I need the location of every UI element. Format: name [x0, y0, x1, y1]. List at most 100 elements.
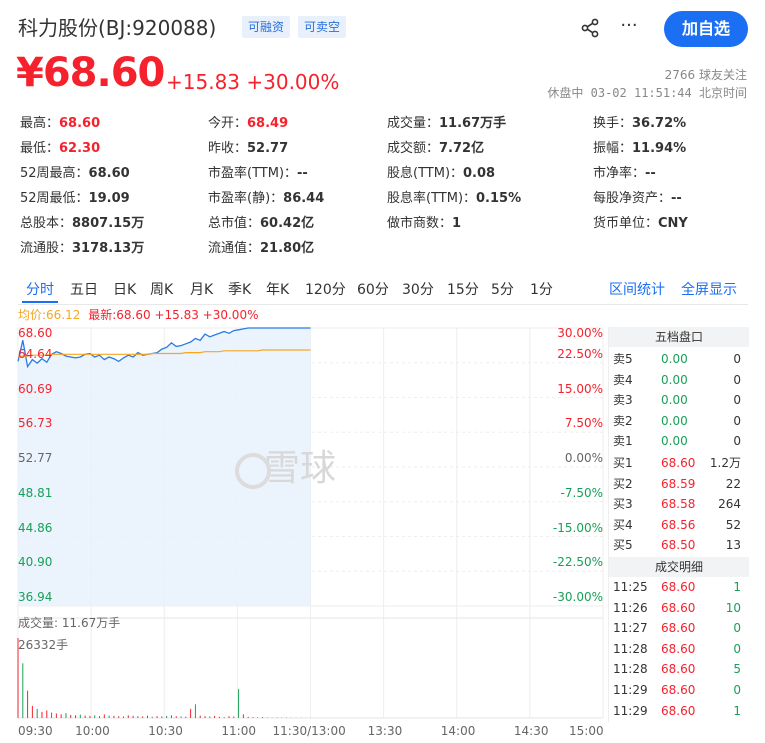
row-price: 68.60 — [661, 456, 696, 470]
row-price: 68.60 — [661, 683, 696, 697]
stat-item: 今开：68.49 — [208, 112, 288, 131]
ask-row: 卖5 0.00 0 — [609, 349, 749, 369]
stat-value: 68.60 — [88, 166, 130, 181]
range-stats-link[interactable]: 区间统计 — [609, 279, 665, 299]
y-axis-label-right: 0.00% — [564, 451, 603, 465]
chart-tab[interactable]: 分时 — [26, 279, 54, 299]
stat-value: -- — [297, 166, 308, 181]
current-price: ¥68.60 — [16, 50, 165, 96]
volume-title: 成交量: 11.67万手 — [18, 616, 121, 630]
stat-label: 市盈率(TTM)： — [208, 166, 298, 181]
stat-value: 0.08 — [463, 166, 496, 181]
tag-short[interactable]: 可卖空 — [298, 16, 347, 38]
followers-count[interactable]: 2766 球友关注 — [665, 66, 747, 83]
row-price: 68.60 — [661, 662, 696, 677]
stat-label: 市盈率(静)： — [208, 191, 284, 206]
stat-value: 1 — [452, 216, 462, 231]
row-label: 卖2 — [613, 413, 633, 428]
y-axis-label-left: 48.81 — [18, 485, 53, 500]
row-volume: 0 — [733, 621, 741, 636]
row-volume: 0 — [733, 683, 741, 697]
row-volume: 0 — [733, 434, 741, 449]
row-volume: 10 — [725, 600, 741, 615]
x-axis-label: 09:30 — [18, 724, 53, 738]
share-icon[interactable] — [580, 18, 600, 38]
stat-item: 最高：68.60 — [20, 112, 100, 131]
row-label: 11:27 — [613, 621, 648, 636]
row-label: 卖3 — [613, 393, 633, 408]
x-axis-label: 11:30/13:00 — [272, 724, 346, 738]
row-price: 68.60 — [661, 600, 696, 615]
chart-tab[interactable]: 1分 — [530, 279, 553, 299]
chart-tab[interactable]: 周K — [150, 279, 173, 299]
row-volume: 0 — [733, 372, 741, 387]
stat-value: 11.94% — [632, 141, 687, 156]
fullscreen-link[interactable]: 全屏显示 — [681, 279, 737, 299]
row-volume: 5 — [733, 662, 741, 677]
chart-tab[interactable]: 60分 — [357, 279, 389, 299]
row-volume: 1 — [733, 580, 741, 594]
trade-row: 11:28 68.60 5 — [609, 659, 749, 679]
row-price: 0.00 — [661, 434, 688, 449]
stat-label: 成交额： — [387, 141, 440, 156]
stat-label: 最高： — [20, 116, 60, 131]
row-label: 11:28 — [613, 662, 648, 677]
chart-tab[interactable]: 5分 — [491, 279, 514, 299]
chart-tab[interactable]: 年K — [266, 279, 289, 299]
x-axis-label: 14:30 — [513, 724, 549, 738]
x-axis-label: 15:00 — [569, 724, 604, 738]
stat-value: CNY — [658, 216, 688, 231]
stat-item: 每股净资产：-- — [593, 187, 682, 206]
y-axis-label-left: 56.73 — [18, 416, 53, 431]
chart-tab[interactable]: 季K — [228, 279, 251, 299]
chart-tab[interactable]: 120分 — [305, 279, 346, 299]
stat-value: -- — [645, 166, 656, 181]
intraday-chart[interactable]: 雪球 — [0, 320, 608, 725]
chart-tab[interactable]: 五日 — [70, 279, 98, 299]
x-axis-label: 10:30 — [148, 724, 183, 738]
trade-detail-title: 成交明细 — [609, 557, 749, 577]
stat-value: 62.30 — [59, 141, 101, 156]
more-icon[interactable]: ··· — [618, 17, 640, 38]
y-axis-label-left: 52.77 — [18, 451, 53, 465]
stat-item: 市盈率(静)：86.44 — [208, 187, 324, 206]
tag-margin[interactable]: 可融资 — [242, 16, 291, 38]
order-book-panel: 五档盘口 卖5 0.00 0 卖4 0.00 0 卖3 0.00 0 卖2 0.00 0 卖1 0.00 0… — [608, 327, 749, 722]
active-tab-indicator — [22, 301, 58, 303]
row-label: 卖5 — [613, 352, 633, 366]
stat-label: 市净率： — [593, 166, 646, 181]
bid-row: 买3 68.58 264 — [609, 494, 749, 514]
stat-label: 昨收： — [208, 141, 248, 156]
row-label: 11:26 — [613, 600, 648, 615]
bid-row: 买5 68.50 13 — [609, 535, 749, 555]
y-axis-label-right: 22.50% — [557, 346, 603, 361]
stat-value: 3178.13万 — [72, 241, 145, 256]
row-label: 卖1 — [613, 434, 633, 449]
row-price: 0.00 — [661, 352, 688, 366]
stat-value: 19.09 — [88, 191, 130, 206]
row-label: 11:29 — [613, 683, 648, 697]
stat-value: 21.80亿 — [260, 241, 315, 256]
row-label: 卖4 — [613, 372, 633, 387]
x-axis-label: 13:30 — [367, 724, 403, 738]
chart-tab[interactable]: 日K — [113, 279, 136, 299]
row-price: 0.00 — [661, 393, 688, 408]
row-label: 11:28 — [613, 641, 648, 656]
y-axis-label-right: 7.50% — [564, 416, 603, 431]
chart-tab[interactable]: 月K — [190, 279, 213, 299]
row-price: 68.60 — [661, 580, 696, 594]
chart-tab[interactable]: 15分 — [447, 279, 479, 299]
row-label: 买2 — [613, 476, 633, 491]
row-volume: 22 — [725, 476, 741, 491]
row-price: 68.60 — [661, 621, 696, 636]
stat-item: 最低：62.30 — [20, 137, 100, 156]
row-label: 11:25 — [613, 580, 648, 594]
row-volume: 13 — [725, 538, 741, 553]
add-watchlist-button[interactable]: 加自选 — [664, 11, 748, 47]
row-volume: 1 — [733, 703, 741, 718]
stat-item: 52周最高：68.60 — [20, 162, 130, 181]
chart-tab[interactable]: 30分 — [402, 279, 434, 299]
stat-item: 总市值：60.42亿 — [208, 212, 314, 231]
y-axis-label-left: 60.69 — [18, 381, 53, 396]
y-axis-label-left: 68.60 — [18, 326, 53, 340]
